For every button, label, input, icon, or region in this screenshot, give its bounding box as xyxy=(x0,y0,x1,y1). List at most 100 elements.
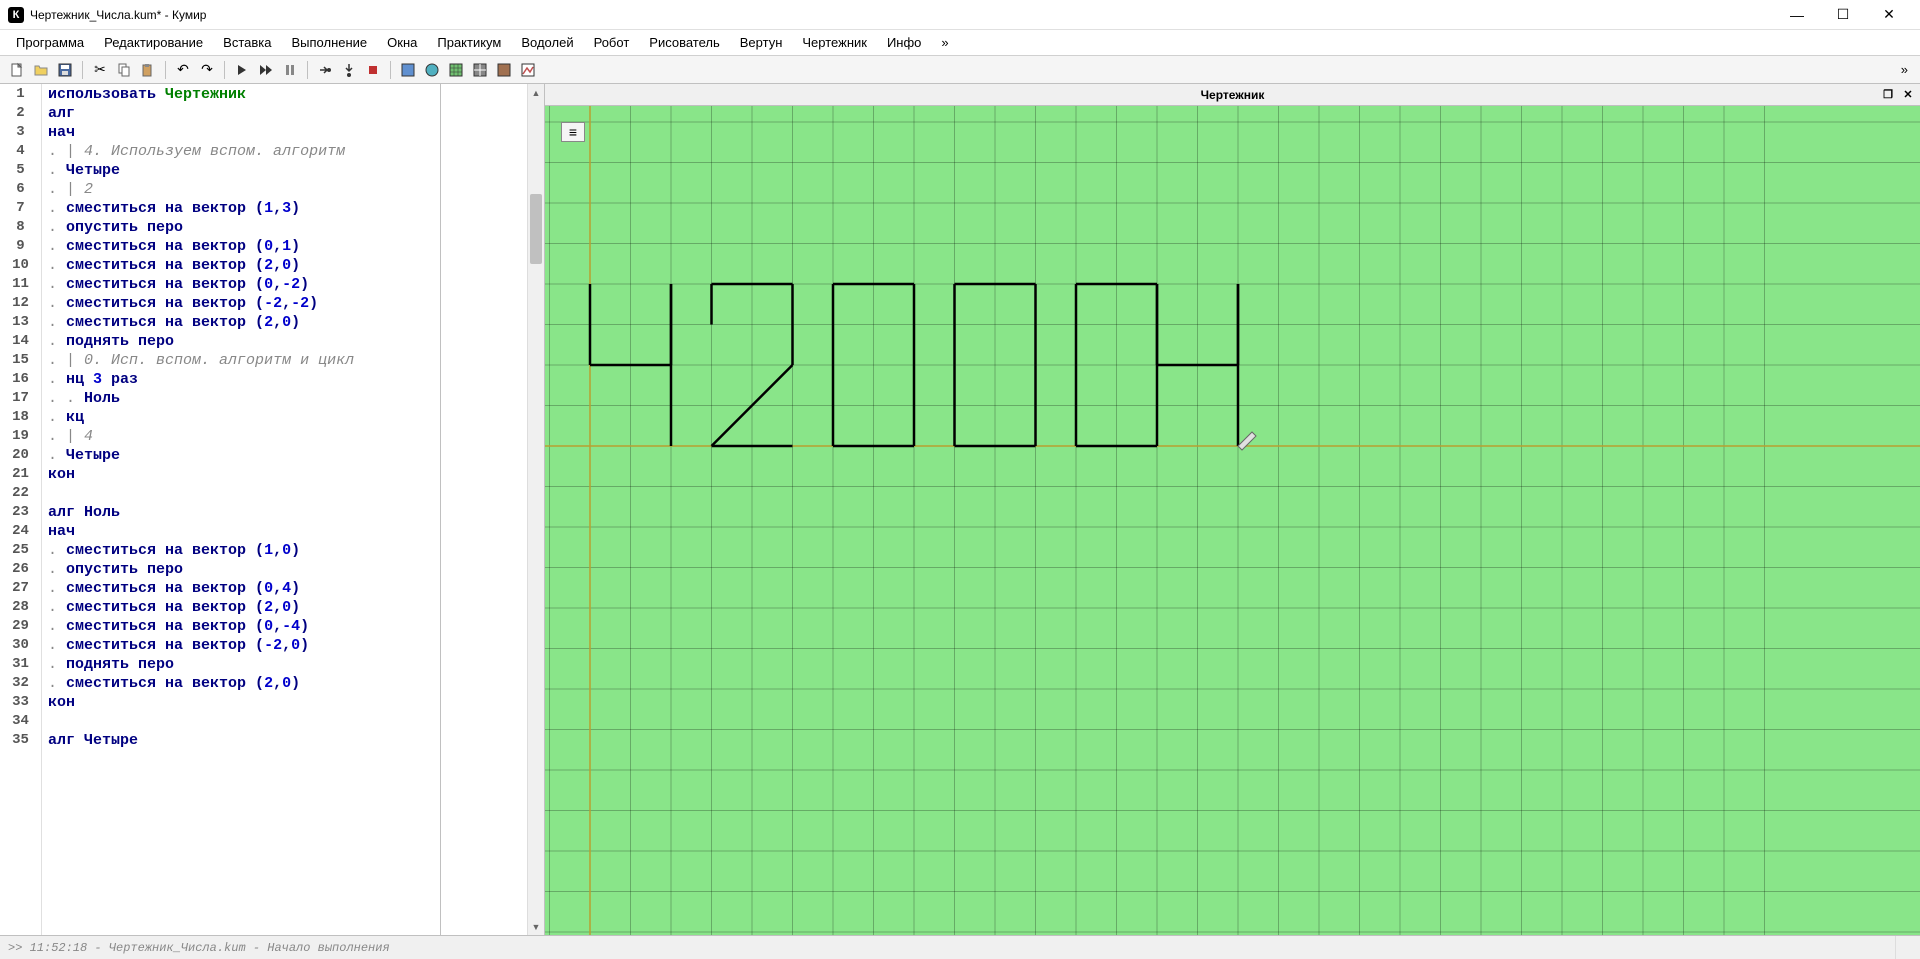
actor-6-button[interactable] xyxy=(517,59,539,81)
actor-1-button[interactable] xyxy=(397,59,419,81)
menu-item[interactable]: Водолей xyxy=(513,32,581,53)
line-number: 31 xyxy=(0,656,41,675)
line-number: 20 xyxy=(0,447,41,466)
app-icon: К xyxy=(8,7,24,23)
code-line[interactable]: . сместиться на вектор (-2,-2) xyxy=(48,295,521,314)
code-line[interactable] xyxy=(48,485,521,504)
code-line[interactable]: . кц xyxy=(48,409,521,428)
line-number: 2 xyxy=(0,105,41,124)
code-editor[interactable]: использовать Чертежникалгнач. | 4. Испол… xyxy=(42,84,527,935)
code-line[interactable]: . сместиться на вектор (0,-2) xyxy=(48,276,521,295)
code-line[interactable]: нач xyxy=(48,124,521,143)
code-line[interactable]: . сместиться на вектор (1,3) xyxy=(48,200,521,219)
menu-item[interactable]: Практикум xyxy=(429,32,509,53)
save-file-button[interactable] xyxy=(54,59,76,81)
code-line[interactable]: . опустить перо xyxy=(48,219,521,238)
actor-3-button[interactable] xyxy=(445,59,467,81)
line-number: 4 xyxy=(0,143,41,162)
canvas-menu-button[interactable]: ≡ xyxy=(561,122,585,142)
menu-item[interactable]: Рисователь xyxy=(641,32,727,53)
line-number: 16 xyxy=(0,371,41,390)
new-file-button[interactable] xyxy=(6,59,28,81)
code-line[interactable]: . нц 3 раз xyxy=(48,371,521,390)
menu-item[interactable]: Выполнение xyxy=(283,32,375,53)
line-number: 22 xyxy=(0,485,41,504)
line-number: 25 xyxy=(0,542,41,561)
code-line[interactable]: . сместиться на вектор (0,-4) xyxy=(48,618,521,637)
code-line[interactable]: . сместиться на вектор (1,0) xyxy=(48,542,521,561)
code-line[interactable]: . сместиться на вектор (-2,0) xyxy=(48,637,521,656)
copy-button[interactable] xyxy=(113,59,135,81)
code-line[interactable]: алг xyxy=(48,105,521,124)
pause-button[interactable] xyxy=(279,59,301,81)
toolbar-separator xyxy=(307,61,308,79)
line-number: 28 xyxy=(0,599,41,618)
code-line[interactable]: использовать Чертежник xyxy=(48,86,521,105)
drawing-maximize-button[interactable]: ❐ xyxy=(1880,87,1896,103)
scroll-up-icon[interactable]: ▲ xyxy=(528,84,544,101)
menubar: ПрограммаРедактированиеВставкаВыполнение… xyxy=(0,30,1920,56)
menu-item[interactable]: Вертун xyxy=(732,32,791,53)
run-button[interactable] xyxy=(231,59,253,81)
line-number: 19 xyxy=(0,428,41,447)
code-line[interactable]: . сместиться на вектор (0,1) xyxy=(48,238,521,257)
toolbar-separator xyxy=(390,61,391,79)
step-into-button[interactable] xyxy=(338,59,360,81)
menu-item[interactable]: Вставка xyxy=(215,32,279,53)
line-number: 35 xyxy=(0,732,41,751)
drawing-canvas[interactable]: ≡ xyxy=(545,106,1920,935)
open-file-button[interactable] xyxy=(30,59,52,81)
code-line[interactable]: . поднять перо xyxy=(48,656,521,675)
code-line[interactable]: . | 2 xyxy=(48,181,521,200)
code-line[interactable]: алг Четыре xyxy=(48,732,521,751)
undo-button[interactable]: ↶ xyxy=(172,59,194,81)
menu-item[interactable]: » xyxy=(933,32,956,53)
toolbar-expand-button[interactable]: » xyxy=(1895,62,1914,77)
code-line[interactable]: . сместиться на вектор (2,0) xyxy=(48,257,521,276)
scroll-thumb[interactable] xyxy=(530,194,542,264)
cut-button[interactable]: ✂ xyxy=(89,59,111,81)
drawing-close-button[interactable]: ✕ xyxy=(1900,87,1916,103)
line-number: 32 xyxy=(0,675,41,694)
stop-button[interactable] xyxy=(362,59,384,81)
close-button[interactable]: ✕ xyxy=(1866,0,1912,30)
code-line[interactable]: . сместиться на вектор (2,0) xyxy=(48,314,521,333)
code-line[interactable]: . | 0. Исп. вспом. алгоритм и цикл xyxy=(48,352,521,371)
menu-item[interactable]: Чертежник xyxy=(794,32,875,53)
code-line[interactable] xyxy=(48,713,521,732)
code-line[interactable]: . | 4 xyxy=(48,428,521,447)
menu-item[interactable]: Инфо xyxy=(879,32,929,53)
line-number: 7 xyxy=(0,200,41,219)
code-line[interactable]: кон xyxy=(48,694,521,713)
step-button[interactable] xyxy=(314,59,336,81)
redo-button[interactable]: ↷ xyxy=(196,59,218,81)
line-number: 26 xyxy=(0,561,41,580)
status-scrollbar[interactable] xyxy=(1895,936,1912,959)
code-line[interactable]: алг Ноль xyxy=(48,504,521,523)
paste-button[interactable] xyxy=(137,59,159,81)
code-line[interactable]: . опустить перо xyxy=(48,561,521,580)
actor-5-button[interactable] xyxy=(493,59,515,81)
statusbar: >> 11:52:18 - Чертежник_Числа.kum - Нача… xyxy=(0,935,1920,959)
scroll-down-icon[interactable]: ▼ xyxy=(528,918,544,935)
code-line[interactable]: . . Ноль xyxy=(48,390,521,409)
code-line[interactable]: . поднять перо xyxy=(48,333,521,352)
run-fast-button[interactable] xyxy=(255,59,277,81)
menu-item[interactable]: Робот xyxy=(586,32,638,53)
menu-item[interactable]: Окна xyxy=(379,32,425,53)
minimize-button[interactable]: — xyxy=(1774,0,1820,30)
code-line[interactable]: . сместиться на вектор (2,0) xyxy=(48,675,521,694)
code-line[interactable]: . | 4. Используем вспом. алгоритм xyxy=(48,143,521,162)
menu-item[interactable]: Программа xyxy=(8,32,92,53)
maximize-button[interactable]: ☐ xyxy=(1820,0,1866,30)
actor-2-button[interactable] xyxy=(421,59,443,81)
code-line[interactable]: . Четыре xyxy=(48,162,521,181)
actor-4-button[interactable] xyxy=(469,59,491,81)
code-line[interactable]: . сместиться на вектор (0,4) xyxy=(48,580,521,599)
code-line[interactable]: . Четыре xyxy=(48,447,521,466)
editor-scrollbar[interactable]: ▲ ▼ xyxy=(527,84,544,935)
menu-item[interactable]: Редактирование xyxy=(96,32,211,53)
code-line[interactable]: нач xyxy=(48,523,521,542)
code-line[interactable]: . сместиться на вектор (2,0) xyxy=(48,599,521,618)
code-line[interactable]: кон xyxy=(48,466,521,485)
